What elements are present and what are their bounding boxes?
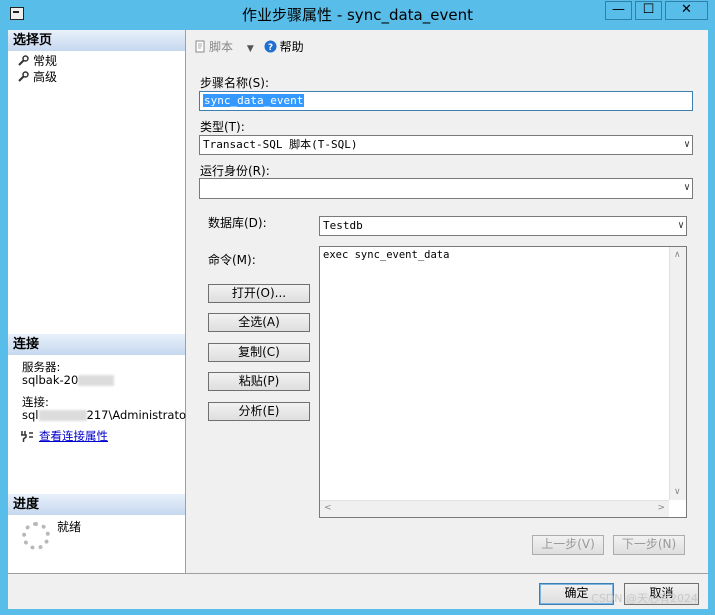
title-bar: 作业步骤属性 - sync_data_event — ☐ ✕ — [0, 0, 715, 30]
wrench-icon — [18, 55, 29, 66]
run-as-label: 运行身份(R): — [200, 164, 270, 178]
database-value: Testdb — [323, 219, 363, 232]
select-page-header: 选择页 — [8, 30, 185, 51]
run-as-select[interactable]: ∨ — [199, 178, 693, 199]
vertical-scrollbar[interactable]: ∧ ∨ — [669, 247, 686, 500]
command-textarea[interactable]: exec sync_event_data ∧ ∨ < > — [319, 246, 687, 518]
step-name-label: 步骤名称(S): — [200, 76, 270, 90]
type-value: Transact-SQL 脚本(T-SQL) — [203, 138, 358, 151]
step-name-input[interactable]: sync_data_event — [199, 91, 693, 111]
chevron-down-icon: ∨ — [683, 182, 690, 193]
connection-suffix: 217\Administrato — [86, 408, 187, 422]
view-connection-properties[interactable]: 查看连接属性 — [20, 430, 108, 443]
watermark: CSDN @天心有2024 — [591, 592, 698, 605]
server-value: sqlbak-20 — [22, 373, 115, 387]
scroll-down-icon[interactable]: ∨ — [674, 487, 681, 497]
plug-icon — [21, 431, 33, 442]
server-name: sqlbak-20 — [22, 373, 79, 387]
horizontal-scrollbar[interactable]: < > — [320, 500, 669, 517]
minimize-button[interactable]: — — [605, 1, 632, 20]
command-label: 命令(M): — [208, 253, 256, 267]
help-label: 帮助 — [279, 40, 304, 54]
script-icon — [195, 40, 205, 53]
database-label: 数据库(D): — [208, 216, 267, 230]
copy-button[interactable]: 复制(C) — [208, 343, 310, 362]
chevron-down-icon: ∨ — [683, 139, 690, 150]
scroll-left-icon[interactable]: < — [324, 503, 332, 513]
page-item-general[interactable]: 常规 — [18, 52, 57, 69]
wrench-icon — [18, 71, 29, 82]
svg-text:?: ? — [267, 43, 272, 53]
page-item-advanced[interactable]: 高级 — [18, 68, 57, 85]
redacted-block — [78, 375, 115, 386]
progress-header: 进度 — [8, 494, 185, 515]
progress-spinner-icon — [22, 522, 50, 550]
help-icon: ? — [264, 40, 277, 53]
left-panel: 选择页 常规 高级 连接 服务器: sqlbak-20 连接: sql 217\A… — [8, 30, 186, 573]
toolbar: 脚本 ▼ ? 帮助 — [194, 38, 304, 56]
parse-button[interactable]: 分析(E) — [208, 402, 310, 421]
type-label: 类型(T): — [200, 120, 245, 134]
connection-header: 连接 — [8, 334, 185, 355]
close-button[interactable]: ✕ — [665, 1, 708, 20]
script-label: 脚本 — [209, 40, 234, 54]
scroll-up-icon[interactable]: ∧ — [674, 250, 681, 260]
dialog-footer: 确定 取消 CSDN @天心有2024 — [8, 573, 708, 609]
step-name-value: sync_data_event — [203, 94, 305, 107]
maximize-button[interactable]: ☐ — [635, 1, 662, 20]
script-dropdown-icon[interactable]: ▼ — [247, 44, 254, 54]
previous-step-button[interactable]: 上一步(V) — [532, 535, 604, 555]
main-panel: 脚本 ▼ ? 帮助 步骤名称(S): sync_data_event 类型(T):… — [186, 30, 708, 573]
connection-value: sql 217\Administrato — [22, 409, 186, 422]
paste-button[interactable]: 粘贴(P) — [208, 372, 310, 391]
page-item-label: 高级 — [33, 70, 58, 84]
dialog-window: 作业步骤属性 - sync_data_event — ☐ ✕ 选择页 常规 高级… — [0, 0, 715, 615]
scroll-right-icon[interactable]: > — [657, 503, 665, 513]
script-button[interactable]: 脚本 — [194, 40, 237, 54]
database-select[interactable]: Testdb ∨ — [319, 216, 687, 236]
chevron-down-icon: ∨ — [677, 220, 684, 231]
redacted-block — [38, 410, 87, 421]
help-button[interactable]: ? 帮助 — [264, 40, 304, 54]
page-item-label: 常规 — [33, 54, 58, 68]
command-text: exec sync_event_data — [323, 249, 450, 261]
dialog-client: 选择页 常规 高级 连接 服务器: sqlbak-20 连接: sql 217\A… — [8, 30, 708, 609]
select-all-button[interactable]: 全选(A) — [208, 313, 310, 332]
progress-status: 就绪 — [57, 520, 82, 534]
open-button[interactable]: 打开(O)... — [208, 284, 310, 303]
view-connection-link[interactable]: 查看连接属性 — [39, 429, 108, 443]
next-step-button[interactable]: 下一步(N) — [613, 535, 685, 555]
type-select[interactable]: Transact-SQL 脚本(T-SQL) ∨ — [199, 135, 693, 155]
connection-prefix: sql — [22, 408, 39, 422]
